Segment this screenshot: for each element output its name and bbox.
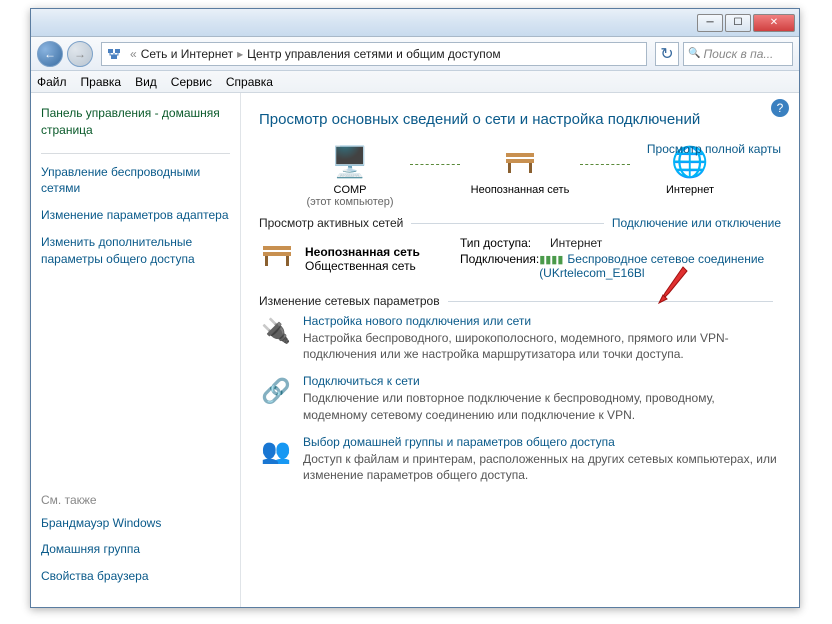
close-button[interactable]: ✕ (753, 14, 795, 32)
task-homegroup: 👥 Выбор домашней группы и параметров общ… (259, 435, 781, 483)
network-map: Просмотр полной карты 🖥️ COMP (этот комп… (259, 142, 781, 208)
see-also-label: См. также (41, 493, 230, 507)
sidebar-link-wireless[interactable]: Управление беспроводными сетями (41, 164, 230, 198)
network-type: Общественная сеть (305, 259, 416, 273)
window: ─ ☐ ✕ ← → « Сеть и Интернет ▸ Центр упра… (30, 8, 800, 608)
control-panel-home-link[interactable]: Панель управления - домашняя страница (41, 105, 230, 139)
task-link[interactable]: Подключиться к сети (303, 374, 781, 388)
full-map-link[interactable]: Просмотр полной карты (647, 142, 781, 156)
node-sublabel: (этот компьютер) (290, 196, 410, 208)
task-connect: 🔗 Подключиться к сети Подключение или по… (259, 374, 781, 422)
sidebar-link-homegroup[interactable]: Домашняя группа (41, 541, 230, 558)
computer-icon: 🖥️ (290, 142, 410, 182)
change-settings-title: Изменение сетевых параметров (259, 294, 440, 308)
divider (411, 223, 604, 224)
content: Панель управления - домашняя страница Уп… (31, 93, 799, 607)
node-label: Неопознанная сеть (460, 184, 580, 196)
connections-label: Подключения: (460, 252, 539, 280)
connection-link[interactable]: ▮▮▮▮Беспроводное сетевое соединение (UKr… (539, 252, 781, 280)
menu-edit[interactable]: Правка (81, 75, 122, 89)
connection-line (580, 164, 630, 165)
menu-file[interactable]: Файл (37, 75, 67, 89)
sidebar: Панель управления - домашняя страница Уп… (31, 93, 241, 607)
divider (448, 301, 773, 302)
sidebar-link-browser[interactable]: Свойства браузера (41, 568, 230, 585)
bench-icon (460, 142, 580, 182)
breadcrumb[interactable]: « Сеть и Интернет ▸ Центр управления сет… (101, 42, 647, 66)
task-new-connection: 🔌 Настройка нового подключения или сети … (259, 314, 781, 362)
help-icon[interactable]: ? (771, 99, 789, 117)
divider (41, 153, 230, 154)
connect-disconnect-link[interactable]: Подключение или отключение (612, 216, 781, 230)
page-title: Просмотр основных сведений о сети и наст… (259, 111, 781, 128)
access-type-value: Интернет (550, 236, 602, 250)
section-header: Изменение сетевых параметров (259, 294, 781, 308)
active-network-info[interactable]: Неопознанная сеть Общественная сеть (259, 236, 420, 282)
menu-help[interactable]: Справка (226, 75, 273, 89)
minimize-button[interactable]: ─ (697, 14, 723, 32)
titlebar: ─ ☐ ✕ (31, 9, 799, 37)
task-link[interactable]: Выбор домашней группы и параметров общег… (303, 435, 781, 449)
search-input[interactable]: Поиск в па... (683, 42, 793, 66)
network-icon (106, 46, 122, 62)
forward-button[interactable]: → (67, 41, 93, 67)
homegroup-icon: 👥 (259, 435, 293, 469)
network-details: Тип доступа: Интернет Подключения: ▮▮▮▮Б… (460, 236, 781, 282)
main-panel: ? Просмотр основных сведений о сети и на… (241, 93, 799, 607)
new-connection-icon: 🔌 (259, 314, 293, 348)
breadcrumb-sep: « (126, 47, 141, 61)
signal-icon: ▮▮▮▮ (539, 253, 563, 266)
task-desc: Настройка беспроводного, широкополосного… (303, 330, 781, 362)
task-desc: Подключение или повторное подключение к … (303, 390, 781, 422)
task-link[interactable]: Настройка нового подключения или сети (303, 314, 781, 328)
breadcrumb-part[interactable]: Сеть и Интернет (141, 47, 233, 61)
network-name: Неопознанная сеть (305, 245, 420, 259)
connection-name: Беспроводное сетевое соединение (UKrtele… (539, 252, 764, 280)
sidebar-link-sharing[interactable]: Изменить дополнительные параметры общего… (41, 234, 230, 268)
menubar: Файл Правка Вид Сервис Справка (31, 71, 799, 93)
node-unknown-network[interactable]: Неопознанная сеть (460, 142, 580, 196)
breadcrumb-part[interactable]: Центр управления сетями и общим доступом (247, 47, 501, 61)
spacer (41, 278, 230, 493)
back-button[interactable]: ← (37, 41, 63, 67)
sidebar-link-firewall[interactable]: Брандмауэр Windows (41, 515, 230, 532)
maximize-button[interactable]: ☐ (725, 14, 751, 32)
access-type-label: Тип доступа: (460, 236, 550, 250)
connect-icon: 🔗 (259, 374, 293, 408)
node-computer[interactable]: 🖥️ COMP (этот компьютер) (290, 142, 410, 208)
connection-line (410, 164, 460, 165)
task-desc: Доступ к файлам и принтерам, расположенн… (303, 451, 781, 483)
menu-service[interactable]: Сервис (171, 75, 212, 89)
active-network: Неопознанная сеть Общественная сеть Тип … (259, 236, 781, 282)
sidebar-link-adapter[interactable]: Изменение параметров адаптера (41, 207, 230, 224)
node-label: COMP (290, 184, 410, 196)
navbar: ← → « Сеть и Интернет ▸ Центр управления… (31, 37, 799, 71)
section-header: Просмотр активных сетей Подключение или … (259, 216, 781, 230)
refresh-button[interactable]: ↻ (655, 42, 679, 66)
node-label: Интернет (630, 184, 750, 196)
active-networks-title: Просмотр активных сетей (259, 216, 403, 230)
bench-icon (259, 240, 295, 278)
chevron-right-icon: ▸ (233, 47, 247, 61)
menu-view[interactable]: Вид (135, 75, 157, 89)
